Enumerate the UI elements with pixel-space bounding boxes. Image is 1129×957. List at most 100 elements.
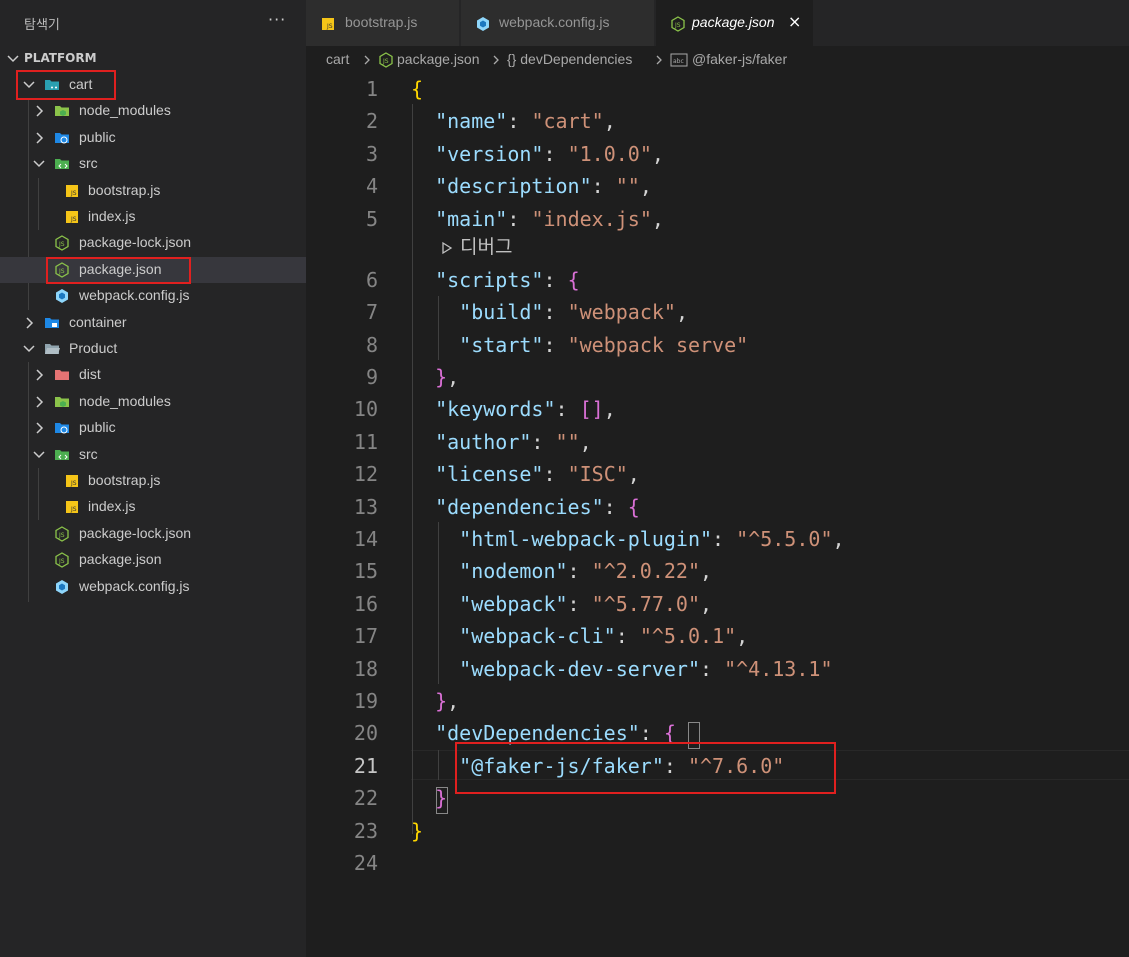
tree-label: public: [79, 129, 116, 145]
workspace-section-header[interactable]: PLATFORM: [0, 46, 306, 72]
sidebar-title: 탐색기: [24, 18, 60, 33]
code-line: "webpack": "^5.77.0",: [459, 592, 713, 616]
js-file-icon: JS: [66, 475, 78, 487]
folder-open-icon: [45, 344, 60, 354]
chevron-right-icon: [36, 396, 44, 408]
tree-file-webpack-config-js[interactable]: webpack.config.js: [0, 283, 306, 309]
chevron-down-icon: [23, 345, 35, 353]
tree-folder-public[interactable]: public: [0, 125, 306, 151]
tree-file-webpack-config-js[interactable]: webpack.config.js: [0, 574, 306, 600]
bracket-match-box: [436, 787, 448, 814]
line-number: 19: [353, 689, 378, 713]
tree-label: node_modules: [79, 102, 171, 118]
tree-label: dist: [79, 366, 101, 382]
brace-open: {: [411, 77, 424, 101]
tree-file-index-js[interactable]: JS index.js: [0, 204, 306, 230]
breadcrumb-item[interactable]: @faker-js/faker: [692, 51, 787, 67]
json-value-build: webpack: [579, 300, 664, 324]
code-editor[interactable]: 1 2 3 4 5 6 7 8 9 10 11 12 13 14 15 16 1…: [306, 74, 1129, 957]
breadcrumb: cart JS package.json {} devDependencies …: [306, 46, 1129, 74]
tree-file-bootstrap-js[interactable]: JS bootstrap.js: [0, 468, 306, 494]
tree-label: bootstrap.js: [88, 182, 161, 198]
tree-file-package-lock-json[interactable]: JS package-lock.json: [0, 230, 306, 256]
webpack-icon: [56, 580, 68, 594]
line-number-current: 21: [353, 754, 378, 778]
svg-text:JS: JS: [58, 532, 65, 539]
line-number: 14: [353, 527, 378, 551]
chevron-down-icon: [33, 451, 45, 459]
svg-text:JS: JS: [58, 558, 65, 565]
sidebar-header: 탐색기 ···: [0, 0, 306, 46]
tree-label: src: [79, 155, 98, 171]
code-line: "scripts": {: [435, 268, 580, 292]
tree-file-package-lock-json[interactable]: JS package-lock.json: [0, 521, 306, 547]
line-number: 7: [365, 300, 378, 324]
line-number: 24: [353, 851, 378, 875]
tree-file-index-js[interactable]: JS index.js: [0, 494, 306, 520]
line-number: 11: [353, 430, 378, 454]
tree-folder-node-modules[interactable]: node_modules: [0, 389, 306, 415]
json-value-license: ISC: [579, 462, 616, 486]
codelens-debug[interactable]: 디버그: [440, 232, 512, 259]
code-line: "author": "",: [435, 430, 592, 454]
tree-folder-public[interactable]: public: [0, 415, 306, 441]
line-number: 23: [353, 819, 378, 843]
tree-file-package-json[interactable]: JS package.json: [0, 257, 306, 283]
chevron-right-icon: [493, 55, 499, 65]
tree-label: node_modules: [79, 393, 171, 409]
tree-folder-node-modules[interactable]: node_modules: [0, 98, 306, 124]
close-icon[interactable]: ×: [788, 12, 801, 31]
line-number: 3: [365, 142, 378, 166]
src-folder-icon: [55, 159, 69, 169]
tree-file-bootstrap-js[interactable]: JS bootstrap.js: [0, 178, 306, 204]
tree-folder-product[interactable]: Product: [0, 336, 306, 362]
line-number: 6: [365, 268, 378, 292]
chevron-down-icon: [23, 81, 35, 89]
code-line: "webpack-dev-server": "^4.13.1": [459, 657, 833, 681]
breadcrumb-item[interactable]: package.json: [397, 51, 480, 67]
container-folder-icon: [45, 318, 59, 328]
tree-folder-src[interactable]: src: [0, 151, 306, 177]
line-number: 18: [353, 657, 378, 681]
tree-folder-src[interactable]: src: [0, 442, 306, 468]
more-actions-icon[interactable]: ···: [268, 10, 286, 29]
public-folder-icon: [55, 133, 69, 144]
line-number: 9: [365, 365, 378, 389]
js-file-icon: JS: [66, 501, 78, 513]
json-dep-value: ^2.0.22: [603, 559, 688, 583]
line-number: 2: [365, 109, 378, 133]
nodejs-icon: JS: [55, 262, 69, 278]
svg-text:JS: JS: [58, 241, 65, 248]
workspace-title: PLATFORM: [24, 51, 97, 65]
public-folder-icon: [55, 423, 69, 434]
tab-webpack-config-js[interactable]: webpack.config.js: [461, 0, 655, 46]
node-modules-folder-icon: [55, 397, 69, 407]
line-number: 13: [353, 495, 378, 519]
tab-package-json[interactable]: JS package.json ×: [656, 0, 814, 46]
tree-folder-dist[interactable]: dist: [0, 362, 306, 388]
play-icon: [442, 241, 453, 254]
line-number: 4: [365, 174, 378, 198]
codelens-label: 디버그: [460, 236, 513, 258]
json-dep-value: ^4.13.1: [736, 657, 821, 681]
nodejs-icon: JS: [55, 526, 69, 542]
json-dep-value: ^5.5.0: [748, 527, 821, 551]
line-number: 16: [353, 592, 378, 616]
nodejs-icon: JS: [671, 16, 685, 32]
tree-folder-container[interactable]: container: [0, 310, 306, 336]
line-number: 12: [353, 462, 378, 486]
breadcrumb-item[interactable]: cart: [326, 51, 349, 67]
chevron-right-icon: [656, 55, 662, 65]
code-line: "build": "webpack",: [459, 300, 688, 324]
tree-folder-cart[interactable]: cart: [0, 72, 306, 98]
code-line: "name": "cart",: [435, 109, 616, 133]
code-line: },: [435, 365, 460, 389]
bracket-match-box: [688, 722, 700, 749]
tree-label: package.json: [79, 261, 162, 277]
tree-file-package-json[interactable]: JS package.json: [0, 547, 306, 573]
tab-label: bootstrap.js: [345, 14, 418, 30]
chevron-right-icon: [364, 55, 370, 65]
tab-bootstrap-js[interactable]: JS bootstrap.js: [306, 0, 460, 46]
breadcrumb-item[interactable]: {} devDependencies: [507, 51, 632, 67]
tree-label: index.js: [88, 208, 136, 224]
